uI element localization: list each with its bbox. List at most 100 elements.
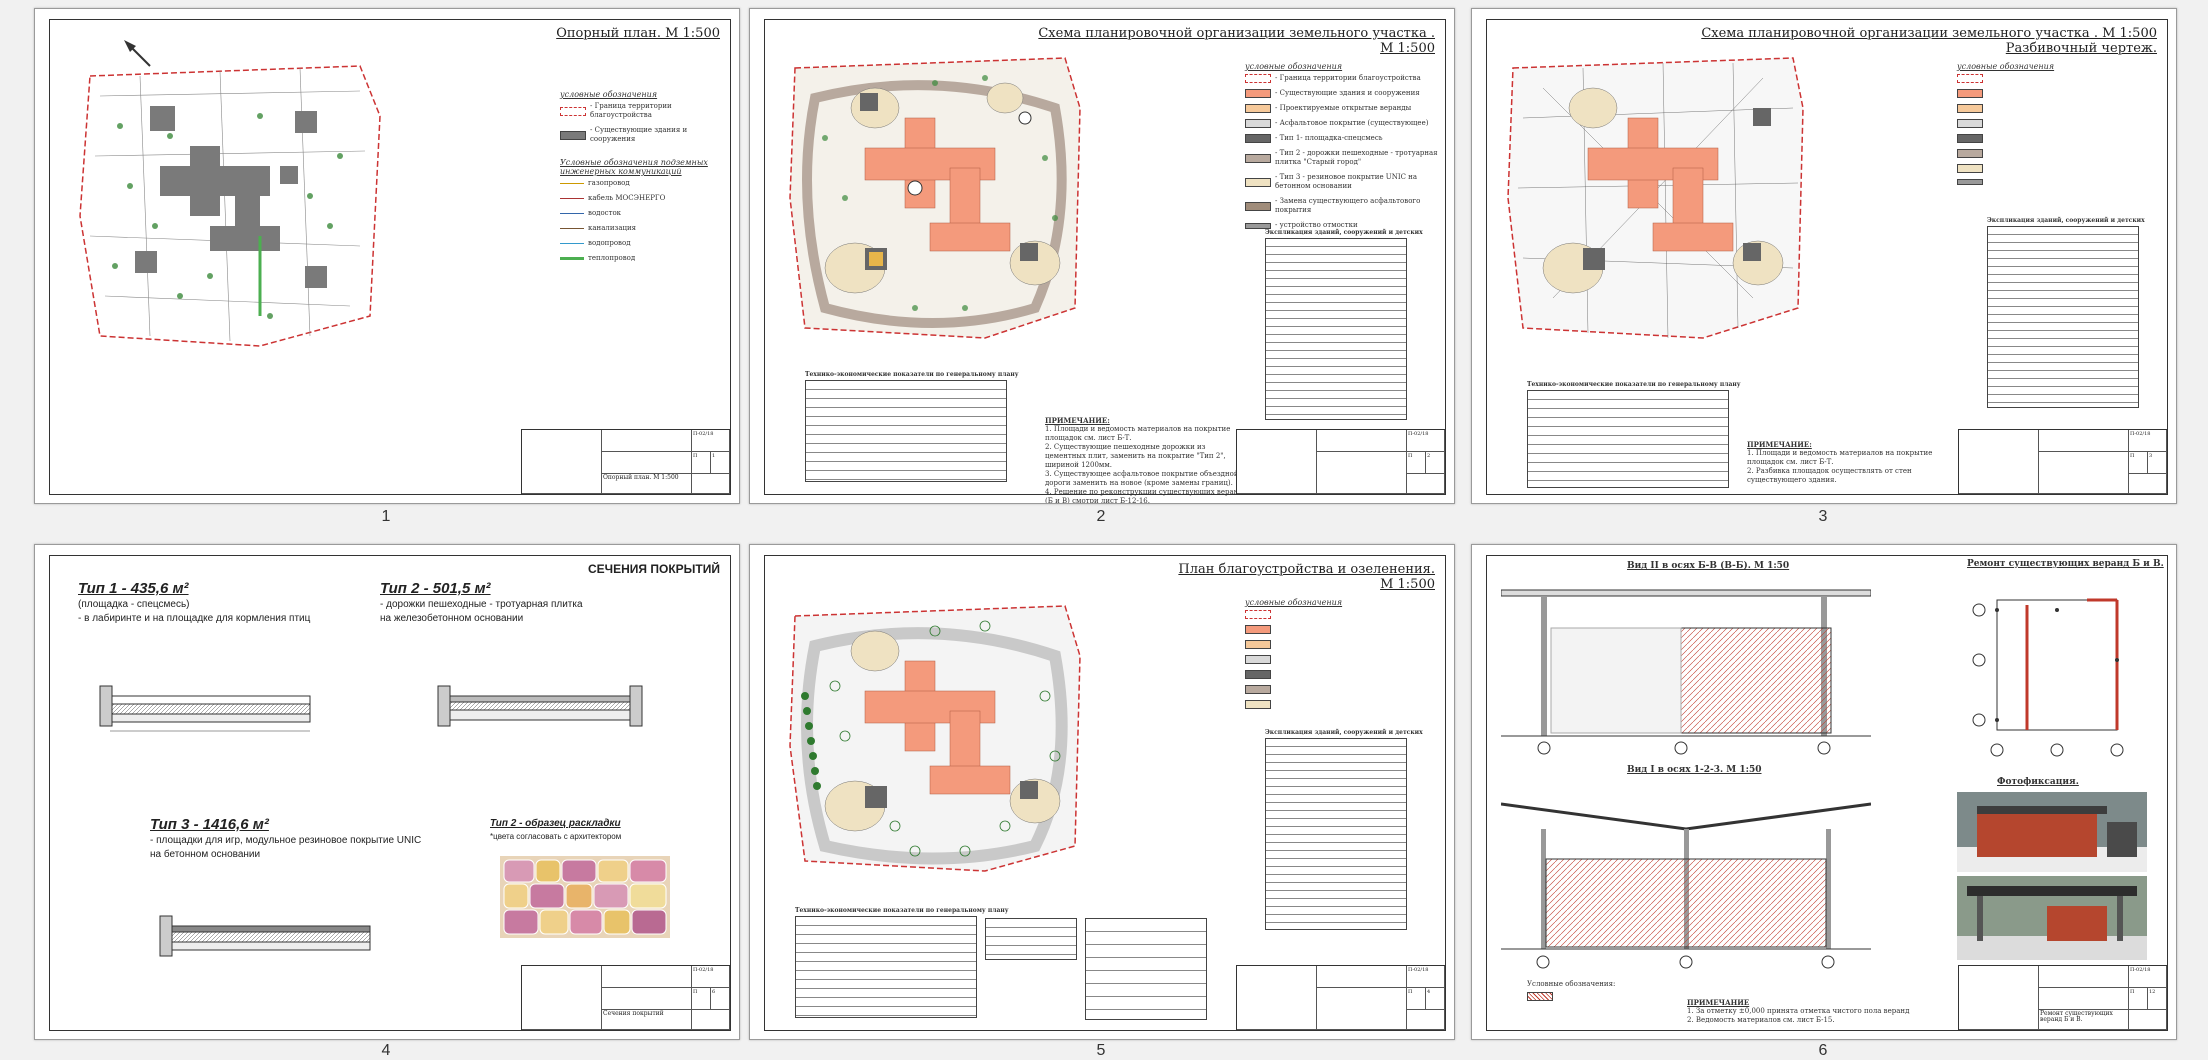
drawing-code: П-02/18 xyxy=(692,966,730,988)
type2-swatch xyxy=(1245,153,1271,163)
legend-block: условные обозначения xyxy=(1245,598,1445,715)
sheet-3[interactable]: Схема планировочной организации земельно… xyxy=(1471,8,2177,504)
legend-heading: условные обозначения xyxy=(560,90,658,99)
page-number: 4 xyxy=(381,1042,391,1059)
legend-item: - Тип 1- площадка-спецсмесь xyxy=(1275,134,1383,142)
type1-swatch xyxy=(1957,134,1983,143)
boundary-swatch xyxy=(560,106,586,116)
notes-heading: ПРИМЕЧАНИЕ: xyxy=(1747,440,1812,449)
note-line: 1. Площади и ведомость материалов на пок… xyxy=(1045,425,1231,442)
drawing-code: П-02/18 xyxy=(2129,966,2167,988)
photo-1 xyxy=(1957,792,2147,872)
elevation-view-1 xyxy=(1501,589,1871,755)
building-swatch xyxy=(1957,89,1983,98)
sheet-4[interactable]: СЕЧЕНИЯ ПОКРЫТИЙ Тип 1 - 435,6 м² (площа… xyxy=(34,544,740,1040)
tep-title: Технико-экономические показатели по гене… xyxy=(1527,381,1741,388)
page-number: 2 xyxy=(1096,508,1106,525)
site-plan-drawing xyxy=(79,40,381,347)
sheet-frame: Схема планировочной организации земельно… xyxy=(764,19,1446,503)
sheet-name: Ремонт существующих веранд Б и В. xyxy=(2039,1010,2129,1030)
page-number: 1 xyxy=(381,508,391,525)
boundary-swatch xyxy=(1957,74,1983,83)
note-line: 1. Площади и ведомость материалов на пок… xyxy=(1747,449,1933,466)
sheet-5[interactable]: План благоустройства и озеленения. М 1:50… xyxy=(749,544,1455,1040)
legend-heading: условные обозначения xyxy=(1245,598,1343,607)
type2-swatch xyxy=(1245,685,1271,694)
gas-swatch xyxy=(560,183,584,184)
sewer-swatch xyxy=(560,228,584,229)
legend-item: - Замена существующего асфальтового покр… xyxy=(1275,197,1421,214)
sheet-frame: План благоустройства и озеленения. М 1:50… xyxy=(764,555,1446,1031)
brick-swatch xyxy=(1527,992,1553,1001)
legend-item: - Проектируемые открытые веранды xyxy=(1275,104,1412,112)
legend-block: условные обозначения - Граница территори… xyxy=(560,90,720,269)
section-heading: Тип 2 - 501,5 м² xyxy=(380,580,491,597)
section-line: на железобетонном основании xyxy=(380,613,524,624)
legend-item: - Асфальтовое покрытие (существующее) xyxy=(1275,119,1429,127)
title-block: П-02/18 П 6 Сечения покрытий xyxy=(521,965,730,1030)
sheet-name: Сечения покрытий xyxy=(602,1010,692,1030)
asphalt-replace-swatch xyxy=(1245,201,1271,211)
legend-block: условные обозначения - Граница территори… xyxy=(1245,62,1445,236)
legend-item: водопровод xyxy=(588,239,631,247)
sheet-frame: Схема планировочной организации земельно… xyxy=(1486,19,2168,495)
sheet-number: 12 xyxy=(2148,988,2167,1010)
boundary-swatch xyxy=(1245,610,1271,619)
note-line: 2. Ведомость материалов см. лист Б-15. xyxy=(1687,1016,1835,1024)
side-title: Ремонт существующих веранд Б и В. xyxy=(1967,559,2164,569)
site-plan-drawing xyxy=(789,57,1081,339)
legend-item: - Граница территории благоустройства xyxy=(1275,74,1421,82)
type2-swatch xyxy=(1957,149,1983,158)
legend-item: - Существующие здания и сооружения xyxy=(1275,89,1420,97)
view-title: Вид II в осях Б-В (В-Б). М 1:50 xyxy=(1627,561,1790,571)
veranda-plan xyxy=(1972,598,2124,757)
tep-table xyxy=(805,380,1007,482)
sheet-frame: СЕЧЕНИЯ ПОКРЫТИЙ Тип 1 - 435,6 м² (площа… xyxy=(49,555,731,1031)
notes-block: ПРИМЕЧАНИЕ 1. За отметку ±0,000 принята … xyxy=(1687,998,1947,1025)
page-number: 5 xyxy=(1096,1042,1106,1059)
drawing-code: П-02/18 xyxy=(1407,430,1445,452)
notes-heading: ПРИМЕЧАНИЕ: xyxy=(1045,416,1110,425)
assortment-table xyxy=(1085,918,1207,1020)
sheet-name: Опорный план. М 1:500 xyxy=(602,474,692,494)
title-block: П-02/18 П 4 xyxy=(1236,965,1445,1030)
landscaping-plan-drawing xyxy=(789,605,1081,872)
sheet-title: План благоустройства и озеленения. М 1:50… xyxy=(1178,562,1435,592)
explication-table xyxy=(1265,738,1407,930)
veranda-swatch xyxy=(1957,104,1983,113)
legend-heading: Условные обозначения: xyxy=(1527,980,1616,988)
title-block: П-02/18 П 1 Опорный план. М 1:500 xyxy=(521,429,730,494)
note-line: 1. За отметку ±0,000 принята отметка чис… xyxy=(1687,1007,1910,1015)
sheet-2[interactable]: Схема планировочной организации земельно… xyxy=(749,8,1455,504)
notes-block: ПРИМЕЧАНИЕ: 1. Площади и ведомость матер… xyxy=(1045,416,1245,503)
explication-table xyxy=(1265,238,1407,420)
section-line: - площадки для игр, модульное резиновое … xyxy=(150,835,422,846)
legend-block: условные обозначения xyxy=(1957,62,2167,191)
legend-item: - Существующие здания и сооружения xyxy=(590,126,688,143)
legend-heading: Условные обозначения подземных инженерны… xyxy=(560,158,708,176)
title-block: П-02/18 П 3 xyxy=(1958,429,2167,494)
type3-swatch xyxy=(1245,700,1271,709)
notes-block: ПРИМЕЧАНИЕ: 1. Площади и ведомость матер… xyxy=(1747,440,1947,485)
section-line: - дорожки пешеходные - тротуарная плитка xyxy=(380,599,583,610)
paving-sample-image xyxy=(500,856,670,938)
sheet-number: 6 xyxy=(711,988,730,1010)
tep-table xyxy=(795,916,977,1018)
sheet-6[interactable]: Вид II в осях Б-В (В-Б). М 1:50 Вид I в … xyxy=(1471,544,2177,1040)
section-line: *цвета согласовать с архитектором xyxy=(490,832,622,841)
photo-2 xyxy=(1957,876,2147,960)
building-swatch xyxy=(1245,89,1271,98)
sheet-frame: Вид II в осях Б-В (В-Б). М 1:50 Вид I в … xyxy=(1486,555,2168,1031)
section-type-2: Тип 2 - 501,5 м² - дорожки пешеходные - … xyxy=(380,580,700,625)
sheet-1[interactable]: Опорный план. М 1:500 условные обозначен… xyxy=(34,8,740,504)
notes-heading: ПРИМЕЧАНИЕ xyxy=(1687,998,1750,1007)
page-number: 3 xyxy=(1818,508,1828,525)
veranda-swatch xyxy=(1245,640,1271,649)
section-heading: Тип 1 - 435,6 м² xyxy=(78,580,189,597)
explication-table xyxy=(1987,226,2139,408)
stage: П xyxy=(2129,452,2148,474)
section-line: (площадка - спецсмесь) xyxy=(78,599,190,610)
section-type-2-drawing xyxy=(437,685,643,727)
asphalt-swatch xyxy=(1245,655,1271,664)
page-number: 6 xyxy=(1818,1042,1828,1059)
